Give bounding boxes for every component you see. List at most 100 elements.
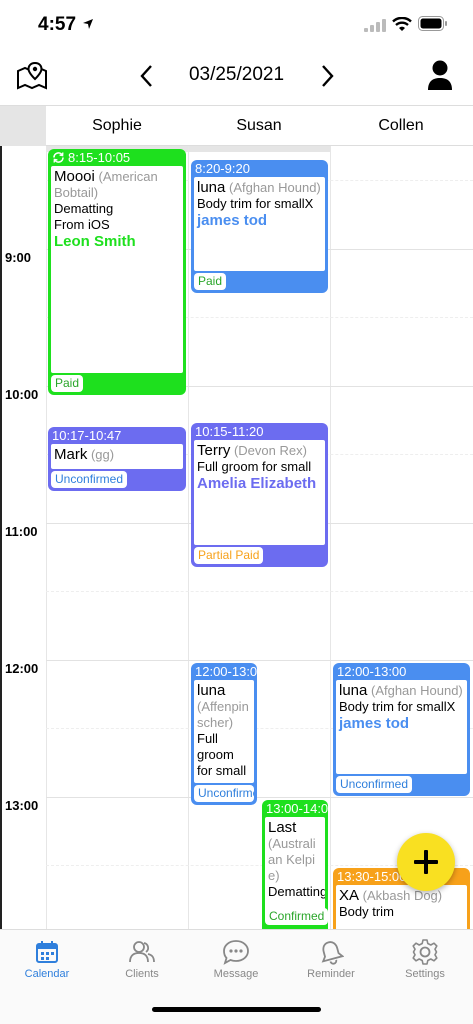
service-name: Body trim for smallX (339, 699, 456, 714)
plus-icon (414, 850, 438, 874)
staff-header-corner (0, 106, 46, 146)
service-name: Body trim for smallX (197, 196, 314, 211)
service-name: Full groom for small (197, 731, 247, 778)
status-badge: Unconfirmed (51, 471, 128, 488)
hour-line (46, 797, 473, 798)
appointment-time: 12:00-13:00 (191, 663, 257, 680)
appointment-details: luna (Afghan Hound) Body trim for smallX… (194, 177, 325, 271)
appointment-card[interactable]: 8:15-10:05 Moooi (American Bobtail) Dema… (48, 149, 186, 395)
appointment-details: Terry (Devon Rex) Full groom for small A… (194, 440, 325, 545)
service-name: Full groom for small (197, 459, 312, 474)
service-name: Body trim (339, 904, 394, 919)
appointment-details: Mark (gg) (51, 444, 183, 469)
pet-breed: (Australian Kelpie) (268, 836, 316, 883)
message-icon (223, 940, 249, 965)
pet-name: Mark (54, 446, 88, 463)
client-name: james tod (339, 715, 410, 732)
pet-breed: (Affenpinscher) (197, 699, 249, 730)
calendar-nav-bar: 03/25/2021 (0, 50, 473, 106)
pet-name: Last (268, 819, 297, 836)
appointment-time: 10:17-10:47 (48, 427, 186, 444)
appointment-card[interactable]: 8:20-9:20 luna (Afghan Hound) Body trim … (191, 160, 328, 293)
chevron-right-icon (322, 65, 334, 87)
wifi-icon (392, 17, 412, 31)
appointment-card[interactable]: 10:17-10:47 Mark (gg) Unconfirmed (48, 427, 186, 491)
appointment-time-text: 12:00-13:00 (337, 663, 407, 679)
user-icon (428, 60, 452, 90)
next-day-button[interactable] (312, 58, 344, 94)
appointment-time: 10:15-11:20 (191, 423, 328, 440)
appointment-time-text: 8:15-10:05 (68, 149, 131, 165)
tab-message[interactable]: Message (189, 936, 283, 980)
appointment-time: 12:00-13:00 (333, 663, 470, 680)
column-divider (46, 146, 47, 929)
pet-name: Moooi (54, 168, 95, 185)
pet-name: Terry (197, 442, 231, 459)
status-badge: Unconfirmed (194, 785, 254, 802)
appointment-time-text: 13:30-15:00 (337, 868, 407, 884)
pet-breed: (Afghan Hound) (228, 180, 321, 195)
pet-breed: (Devon Rex) (233, 443, 307, 458)
add-appointment-button[interactable] (397, 833, 455, 891)
repeat-icon (53, 152, 64, 163)
pet-name: luna (339, 682, 368, 699)
appointment-time-text: 13:00-14:00 (266, 800, 328, 816)
time-gutter-border (0, 146, 2, 929)
status-badge: Confirmed (265, 908, 328, 925)
column-divider (330, 146, 331, 929)
battery-icon (418, 16, 447, 31)
tab-reminder[interactable]: Reminder (284, 936, 378, 980)
hour-label: 9:00 (5, 250, 32, 265)
appointment-card[interactable]: 12:00-13:00 luna (Afghan Hound) Body tri… (333, 663, 470, 796)
gear-icon (412, 939, 438, 965)
current-date[interactable]: 03/25/2021 (0, 64, 473, 86)
appointment-details: XA (Akbash Dog) Body trim (336, 885, 467, 929)
service-name: Dematting (54, 201, 114, 216)
status-badge: Partial Paid (194, 547, 264, 564)
pet-name: luna (197, 682, 226, 699)
cellular-signal-icon (364, 19, 386, 32)
tab-label: Settings (405, 968, 445, 980)
hour-line (46, 660, 473, 661)
hour-label: 12:00 (5, 661, 39, 676)
service-name: Dematting (268, 884, 325, 899)
client-name: james tod (197, 212, 268, 229)
hour-label: 10:00 (5, 387, 39, 402)
tab-label: Message (213, 968, 259, 980)
calendar-icon (36, 941, 58, 963)
status-bar: 4:57 (0, 0, 473, 50)
appointment-time-text: 12:00-13:00 (195, 663, 257, 679)
profile-button[interactable] (422, 56, 458, 94)
appointment-card[interactable]: 10:15-11:20 Terry (Devon Rex) Full groom… (191, 423, 328, 567)
home-indicator (152, 1007, 321, 1012)
appointment-details: Moooi (American Bobtail) Dematting From … (51, 166, 183, 373)
appointment-details: luna (Afghan Hound) Body trim for smallX… (336, 680, 467, 774)
pet-breed: (Afghan Hound) (370, 683, 463, 698)
appointment-time: 8:15-10:05 (48, 149, 186, 166)
appointment-details: Last (Australian Kelpie) Dematting (265, 817, 325, 920)
tab-calendar[interactable]: Calendar (0, 936, 94, 980)
clients-icon (129, 941, 155, 963)
hour-label: 13:00 (5, 798, 39, 813)
appointment-details: luna (Affenpinscher) Full groom for smal… (194, 680, 254, 783)
pet-name: luna (197, 179, 226, 196)
pet-name: XA (339, 887, 360, 904)
column-divider (188, 146, 189, 929)
schedule-grid[interactable]: 9:00 10:00 11:00 12:00 13:00 8:15-10:05 … (0, 146, 473, 929)
tab-settings[interactable]: Settings (378, 936, 472, 980)
status-time: 4:57 (38, 14, 77, 35)
client-name: Leon Smith (54, 233, 136, 250)
appointment-card[interactable]: 12:00-13:00 luna (Affenpinscher) Full gr… (191, 663, 257, 805)
appointment-card[interactable]: 13:00-14:00 Last (Australian Kelpie) Dem… (262, 800, 328, 929)
location-arrow-icon (83, 19, 93, 29)
tab-clients[interactable]: Clients (95, 936, 189, 980)
staff-column-collen[interactable]: Collen (330, 117, 472, 135)
client-name: Amelia Elizabeth (197, 475, 317, 492)
staff-header: Sophie Susan Collen (0, 106, 473, 146)
appointment-time-text: 10:15-11:20 (195, 423, 264, 439)
hour-label: 11:00 (5, 524, 38, 539)
staff-column-susan[interactable]: Susan (188, 117, 330, 135)
staff-column-sophie[interactable]: Sophie (46, 117, 188, 135)
appointment-time: 13:00-14:00 (262, 800, 328, 817)
appointment-time-text: 10:17-10:47 (52, 427, 122, 443)
